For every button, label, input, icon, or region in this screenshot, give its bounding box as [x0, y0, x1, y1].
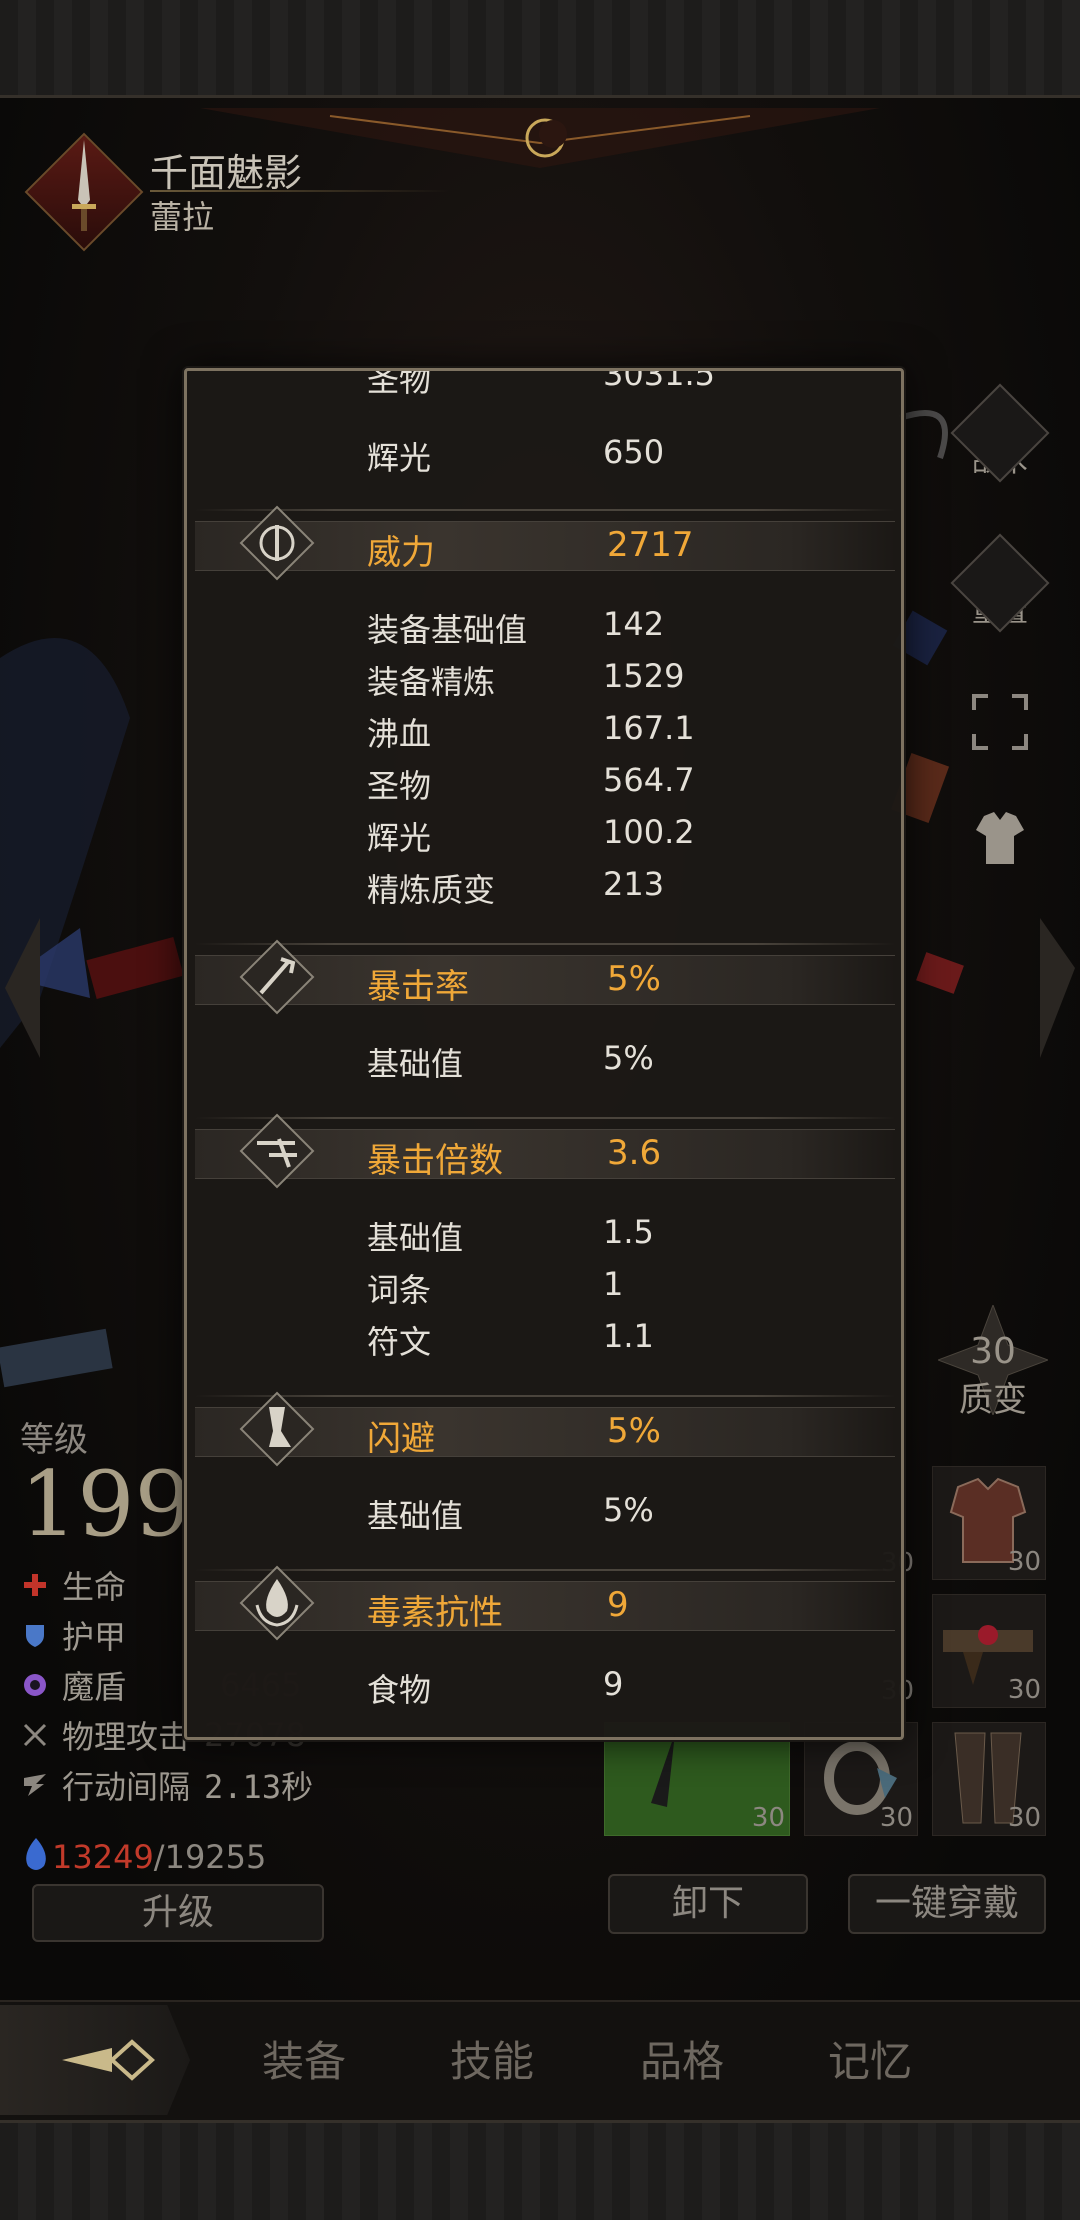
stat-source-label: 圣物	[367, 767, 432, 805]
stat-source-value: 100.2	[603, 813, 695, 851]
stat-source-value: 167.1	[603, 709, 695, 747]
stat-source-value: 650	[603, 433, 665, 471]
stat-source-value: 1.5	[603, 1213, 654, 1251]
fullscreen-icon	[972, 694, 1028, 750]
quality-badge[interactable]: 30 质变	[938, 1305, 1048, 1421]
equip-slot-belt[interactable]: 30	[932, 1594, 1046, 1708]
swirl-icon	[24, 1674, 46, 1696]
stat-hp-label: 生命	[62, 1568, 127, 1606]
reset-button[interactable]: 重置	[950, 533, 1050, 633]
equip-level: 30	[751, 1803, 785, 1833]
section-value: 5%	[607, 1411, 661, 1451]
bottom-frame	[0, 2120, 1080, 2220]
equip-level: 30	[1007, 1803, 1041, 1833]
exp-flame-icon	[26, 1838, 46, 1870]
section-title: 威力	[367, 533, 435, 573]
stat-source-value: 3031.5	[603, 368, 715, 393]
dagger-icon	[72, 140, 96, 231]
panel-corner	[878, 1714, 901, 1737]
crit-rate-icon	[239, 939, 315, 1015]
equip-level: 30	[1007, 1547, 1041, 1577]
wing-icon	[24, 1774, 46, 1796]
stat-source-value: 213	[603, 865, 665, 903]
top-frame	[0, 0, 1080, 98]
equip-slot-chest[interactable]: 30	[932, 1466, 1046, 1580]
dodge-icon	[239, 1391, 315, 1467]
section-title: 暴击率	[367, 967, 469, 1007]
exp-current: 13249	[52, 1838, 154, 1876]
stat-source-label: 基础值	[367, 1497, 464, 1535]
section-value: 5%	[607, 959, 661, 999]
equip-slot-legs[interactable]: 30	[932, 1722, 1046, 1836]
stat-source-value: 1.1	[603, 1317, 654, 1355]
unequip-button[interactable]: 卸下	[608, 1874, 808, 1934]
cross-icon	[24, 1574, 46, 1596]
stat-source-label: 辉光	[367, 819, 432, 857]
section-value: 3.6	[607, 1133, 662, 1173]
character-name: 蕾拉	[150, 198, 215, 236]
home-diamond-icon	[62, 2039, 155, 2081]
level-value: 199	[20, 1452, 192, 1557]
section-title: 暴击倍数	[367, 1141, 503, 1181]
stat-armor-label: 护甲	[62, 1618, 127, 1656]
exp-counter: 13249/19255	[52, 1838, 266, 1876]
stat-source-value: 9	[603, 1665, 624, 1703]
stat-action-interval-label: 行动间隔	[62, 1768, 191, 1806]
outfit-button[interactable]	[955, 808, 1045, 875]
stat-source-label: 基础值	[367, 1219, 464, 1257]
stat-source-label: 词条	[367, 1271, 432, 1309]
character-title: 千面魅影	[150, 151, 303, 195]
stat-magic-shield-label: 魔盾	[62, 1668, 127, 1706]
stat-action-interval: 行动间隔 2.13秒	[22, 1762, 313, 1808]
equip-level: 30	[1007, 1675, 1041, 1705]
panel-corner	[187, 1714, 210, 1737]
crit-multiplier-icon	[239, 1113, 315, 1189]
stat-source-value: 142	[603, 605, 665, 643]
power-icon	[239, 505, 315, 581]
stat-action-interval-value: 2.13秒	[204, 1768, 314, 1806]
armor-icon	[976, 812, 1024, 864]
stat-source-label: 辉光	[367, 439, 432, 477]
equip-all-button[interactable]: 一键穿戴	[848, 1874, 1046, 1934]
tactics-button[interactable]: 战术	[950, 383, 1050, 483]
section-value: 2717	[607, 525, 694, 565]
nav-tab-equipment[interactable]: 装备	[262, 2028, 346, 2089]
stat-source-value: 1529	[603, 657, 685, 695]
section-title: 毒素抗性	[367, 1593, 503, 1633]
exp-max: /19255	[153, 1838, 267, 1876]
stat-source-value: 564.7	[603, 761, 695, 799]
quality-label: 质变	[959, 1380, 1027, 1420]
stat-source-label: 装备精炼	[367, 663, 496, 701]
stat-armor: 护甲	[22, 1612, 126, 1658]
stats-detail-panel[interactable]: 圣物 3031.5 辉光 650 威力 2717 装备基础值 142 装备精炼 …	[184, 368, 904, 1740]
shield-icon	[26, 1625, 44, 1647]
stat-source-value: 5%	[603, 1491, 654, 1529]
stat-source-label: 食物	[367, 1671, 432, 1709]
fullscreen-button[interactable]	[955, 692, 1045, 759]
stat-source-label: 符文	[367, 1323, 432, 1361]
section-title: 闪避	[367, 1419, 435, 1459]
stat-source-value: 1	[603, 1265, 624, 1303]
poison-resist-icon	[239, 1565, 315, 1641]
stat-source-label: 沸血	[367, 715, 432, 753]
equip-level: 30	[879, 1803, 913, 1833]
sword-icon	[23, 1723, 47, 1747]
panel-corner	[187, 371, 210, 394]
upgrade-button[interactable]: 升级	[32, 1884, 324, 1942]
section-value: 9	[607, 1585, 629, 1625]
panel-corner	[878, 371, 901, 394]
stat-source-value: 5%	[603, 1039, 654, 1077]
stat-source-label: 精炼质变	[367, 871, 496, 909]
stat-source-label: 装备基础值	[367, 611, 528, 649]
nav-tab-skills[interactable]: 技能	[450, 2028, 534, 2089]
stat-source-label: 圣物	[367, 368, 432, 399]
nav-tab-memory[interactable]: 记忆	[828, 2028, 912, 2089]
stat-hp: 生命	[22, 1562, 126, 1608]
nav-tab-traits[interactable]: 品格	[640, 2028, 724, 2089]
stat-attack-label: 物理攻击	[62, 1718, 191, 1756]
stat-source-label: 基础值	[367, 1045, 464, 1083]
